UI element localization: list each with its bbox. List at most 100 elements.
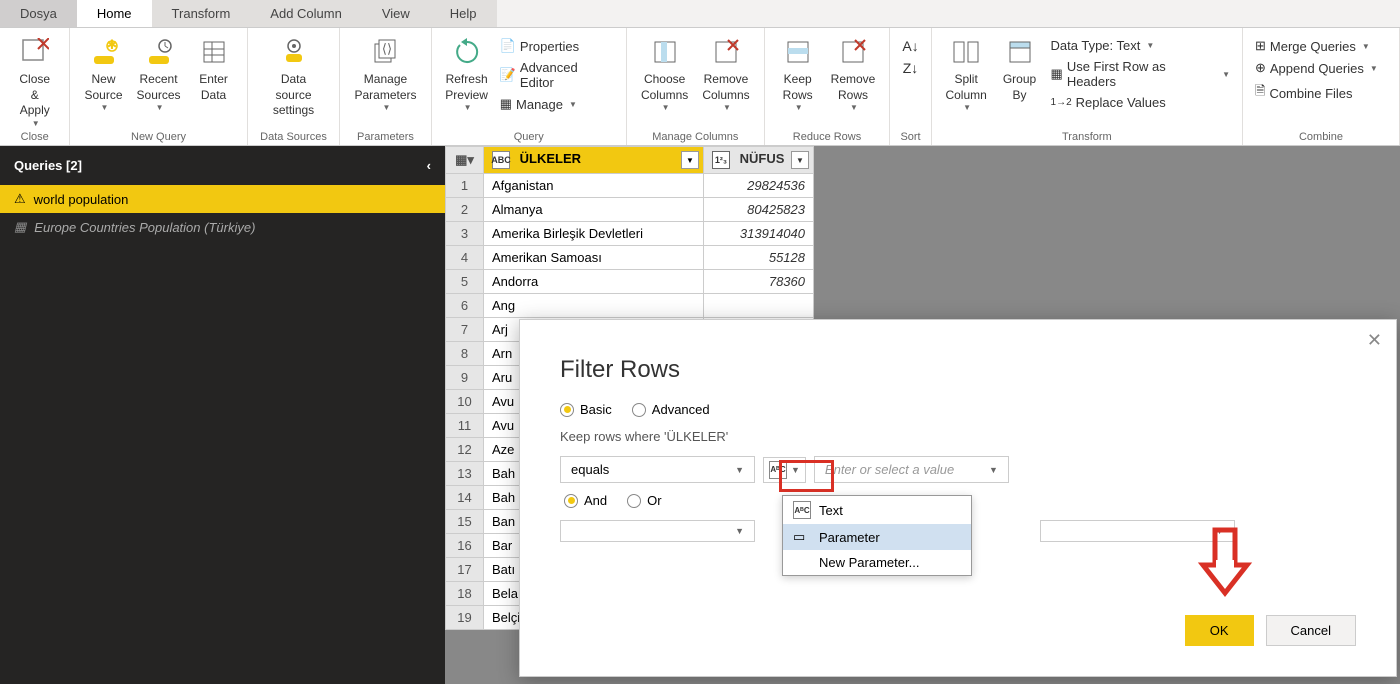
sort-desc-button[interactable]: Z↓	[898, 58, 922, 78]
rownum-cell[interactable]: 14	[446, 486, 484, 510]
new-source-icon: ✱	[88, 36, 120, 68]
cell-population[interactable]: 80425823	[704, 198, 814, 222]
cell-population[interactable]: 29824536	[704, 174, 814, 198]
dd-parameter-option[interactable]: ▭Parameter	[783, 524, 971, 550]
remove-columns-button[interactable]: Remove Columns▼	[696, 32, 755, 141]
rownum-cell[interactable]: 3	[446, 222, 484, 246]
rownum-cell[interactable]: 2	[446, 198, 484, 222]
cell-population[interactable]: 313914040	[704, 222, 814, 246]
cell-country[interactable]: Amerikan Samoası	[484, 246, 704, 270]
rownum-cell[interactable]: 13	[446, 462, 484, 486]
query-europe-population[interactable]: ▦ Europe Countries Population (Türkiye)	[0, 213, 445, 241]
datatype-button[interactable]: Data Type: Text▼	[1047, 36, 1234, 55]
table-row[interactable]: 3Amerika Birleşik Devletleri313914040	[446, 222, 814, 246]
table-row[interactable]: 5Andorra78360	[446, 270, 814, 294]
rownum-cell[interactable]: 17	[446, 558, 484, 582]
tab-transform[interactable]: Transform	[152, 0, 251, 27]
tab-view[interactable]: View	[362, 0, 430, 27]
rownum-cell[interactable]: 7	[446, 318, 484, 342]
data-source-settings-button[interactable]: Data source settings	[256, 32, 332, 141]
settings-icon	[278, 36, 310, 68]
rownum-cell[interactable]: 5	[446, 270, 484, 294]
cancel-button[interactable]: Cancel	[1266, 615, 1356, 646]
rownum-cell[interactable]: 16	[446, 534, 484, 558]
close-apply-button[interactable]: Close & Apply ▼	[8, 32, 61, 141]
parameters-icon: ⟨⟩	[369, 36, 401, 68]
and-radio[interactable]: And	[564, 493, 607, 508]
rownum-cell[interactable]: 1	[446, 174, 484, 198]
advanced-editor-button[interactable]: 📝Advanced Editor	[496, 58, 618, 92]
query-world-population[interactable]: ⚠ world population	[0, 185, 445, 213]
keep-rows-button[interactable]: Keep Rows▼	[773, 32, 823, 141]
split-column-button[interactable]: Split Column▼	[940, 32, 993, 141]
cell-country[interactable]: Almanya	[484, 198, 704, 222]
append-icon: ⊕	[1255, 60, 1266, 76]
table-row[interactable]: 6Ang	[446, 294, 814, 318]
tab-dosya[interactable]: Dosya	[0, 0, 77, 27]
replace-values-button[interactable]: 1→2Replace Values	[1047, 93, 1234, 112]
remove-rows-button[interactable]: Remove Rows▼	[825, 32, 882, 141]
enter-data-button[interactable]: Enter Data	[189, 32, 239, 141]
cell-population[interactable]: 55128	[704, 246, 814, 270]
sort-asc-button[interactable]: A↓	[898, 36, 922, 56]
rownum-cell[interactable]: 18	[446, 582, 484, 606]
recent-sources-button[interactable]: Recent Sources▼	[131, 32, 187, 141]
manage-parameters-button[interactable]: ⟨⟩Manage Parameters▼	[348, 32, 422, 141]
cell-population[interactable]	[704, 294, 814, 318]
refresh-preview-button[interactable]: Refresh Preview▼	[440, 32, 494, 141]
operator2-combo[interactable]: ▼	[560, 520, 755, 542]
rownum-header[interactable]: ▦▾	[446, 147, 484, 174]
column-nufus[interactable]: 1²₃ NÜFUS ▼	[704, 147, 814, 174]
column-ulkeler[interactable]: ABC ÜLKELER ▼	[484, 147, 704, 174]
remove-rows-icon	[837, 36, 869, 68]
tab-addcolumn[interactable]: Add Column	[250, 0, 362, 27]
rownum-cell[interactable]: 11	[446, 414, 484, 438]
rownum-cell[interactable]: 8	[446, 342, 484, 366]
table-icon: ▦	[14, 219, 26, 235]
cell-population[interactable]: 78360	[704, 270, 814, 294]
tab-help[interactable]: Help	[430, 0, 497, 27]
first-row-headers-button[interactable]: ▦Use First Row as Headers▼	[1047, 57, 1234, 91]
basic-radio[interactable]: Basic	[560, 402, 612, 417]
table-row[interactable]: 4Amerikan Samoası55128	[446, 246, 814, 270]
advanced-radio[interactable]: Advanced	[632, 402, 710, 417]
rownum-cell[interactable]: 19	[446, 606, 484, 630]
filter-ulkeler-button[interactable]: ▼	[681, 151, 699, 169]
rownum-cell[interactable]: 4	[446, 246, 484, 270]
collapse-icon[interactable]: ‹	[427, 158, 431, 173]
close-dialog-button[interactable]: ✕	[1367, 330, 1382, 351]
table-row[interactable]: 1Afganistan29824536	[446, 174, 814, 198]
rownum-cell[interactable]: 6	[446, 294, 484, 318]
cell-country[interactable]: Afganistan	[484, 174, 704, 198]
annotation-arrow	[1195, 525, 1255, 600]
ok-button[interactable]: OK	[1185, 615, 1254, 646]
or-radio[interactable]: Or	[627, 493, 661, 508]
operator-combo[interactable]: equals▼	[560, 456, 755, 483]
merge-queries-button[interactable]: ⊞Merge Queries▼	[1251, 36, 1391, 56]
combine-files-button[interactable]: 🗎Combine Files	[1251, 80, 1391, 106]
keep-rows-icon	[782, 36, 814, 68]
advanced-editor-icon: 📝	[500, 67, 516, 83]
groupby-icon	[1004, 36, 1036, 68]
new-source-button[interactable]: ✱New Source▼	[78, 32, 128, 141]
manage-button[interactable]: ▦Manage▼	[496, 94, 618, 114]
cell-country[interactable]: Amerika Birleşik Devletleri	[484, 222, 704, 246]
filter-nufus-button[interactable]: ▼	[791, 151, 809, 169]
rownum-cell[interactable]: 9	[446, 366, 484, 390]
append-queries-button[interactable]: ⊕Append Queries▼	[1251, 58, 1391, 78]
groupby-button[interactable]: Group By	[995, 32, 1045, 141]
dd-newparameter-option[interactable]: New Parameter...	[783, 550, 971, 575]
dd-text-option[interactable]: AᴮCText	[783, 496, 971, 524]
choose-columns-button[interactable]: Choose Columns▼	[635, 32, 694, 141]
rownum-cell[interactable]: 15	[446, 510, 484, 534]
tab-home[interactable]: Home	[77, 0, 152, 27]
value-combo[interactable]: Enter or select a value▼	[814, 456, 1009, 483]
rownum-cell[interactable]: 10	[446, 390, 484, 414]
table-row[interactable]: 2Almanya80425823	[446, 198, 814, 222]
cell-country[interactable]: Andorra	[484, 270, 704, 294]
rownum-cell[interactable]: 12	[446, 438, 484, 462]
annotation-type-picker	[779, 460, 834, 492]
properties-button[interactable]: 📄Properties	[496, 36, 618, 56]
ribbon: Close & Apply ▼ Close ✱New Source▼ Recen…	[0, 28, 1400, 146]
cell-country[interactable]: Ang	[484, 294, 704, 318]
